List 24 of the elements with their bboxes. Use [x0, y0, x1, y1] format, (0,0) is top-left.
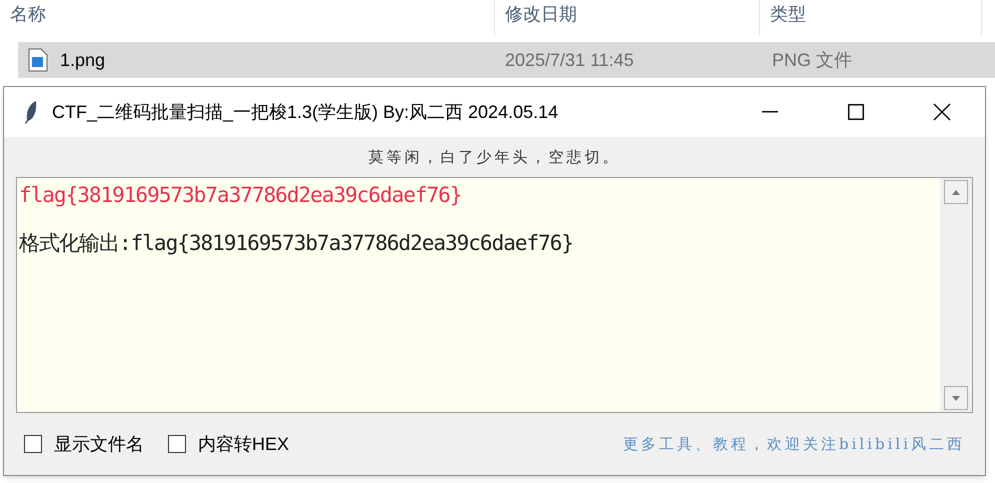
output-line: flag{3819169573b7a37786d2ea39c6daef76} — [19, 182, 462, 209]
motto-text: 莫等闲，白了少年头，空悲切。 — [368, 146, 620, 168]
output-textarea[interactable]: flag{3819169573b7a37786d2ea39c6daef76} 格式化输出:flag{3819169573b7a37786d2ea39c6daef76} — [17, 178, 940, 412]
image-file-icon — [28, 48, 48, 72]
column-header[interactable]: 类型 — [770, 4, 806, 24]
close-icon — [933, 103, 951, 121]
scroll-down-icon[interactable] — [944, 386, 968, 410]
file-modified: 2025/7/31 11:45 — [504, 48, 635, 72]
checkbox-label[interactable]: 显示文件名 — [54, 430, 144, 458]
checkbox[interactable] — [168, 435, 186, 453]
footer-text: 更多工具、教程，欢迎关注bilibili风二西 — [623, 434, 965, 455]
checkbox-label[interactable]: 内容转HEX — [198, 430, 290, 458]
file-row[interactable]: 1.png 2025/7/31 11:45 PNG 文件 — [18, 42, 995, 78]
file-name: 1.png — [60, 48, 106, 72]
column-header[interactable]: 名称 — [10, 4, 46, 24]
column-header[interactable]: 修改日期 — [505, 4, 577, 24]
maximize-icon — [848, 104, 864, 120]
scroll-up-icon[interactable] — [944, 180, 968, 204]
checkbox[interactable] — [24, 435, 42, 453]
window-title: CTF_二维码批量扫描_一把梭1.3(学生版) By:风二西 2024.05.14 — [52, 100, 558, 124]
minimize-icon — [762, 111, 778, 113]
output-line: 格式化输出:flag{3819169573b7a37786d2ea39c6daef76} — [19, 230, 574, 256]
feather-icon — [24, 100, 38, 124]
file-type: PNG 文件 — [771, 48, 852, 72]
